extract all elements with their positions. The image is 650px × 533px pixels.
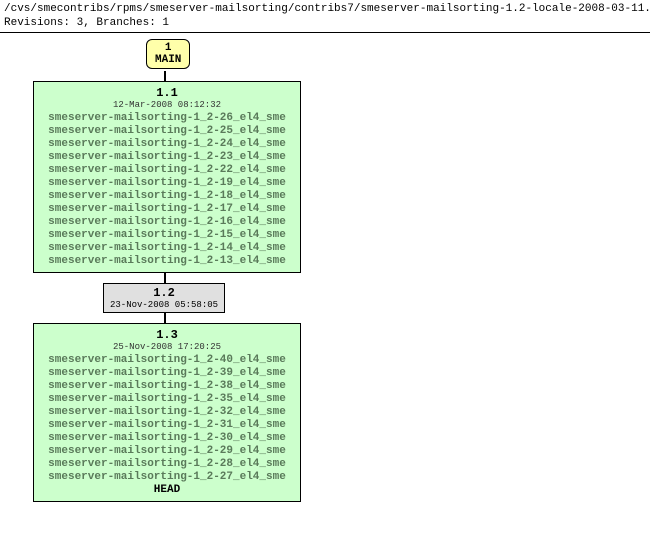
tag: smeserver-mailsorting-1_2-30_el4_sme [42, 432, 292, 445]
revision-graph: 1 MAIN 1.1 12-Mar-2008 08:12:32 smeserve… [0, 33, 650, 533]
revision-number: 1.3 [42, 328, 292, 342]
tag: smeserver-mailsorting-1_2-38_el4_sme [42, 380, 292, 393]
tag: smeserver-mailsorting-1_2-14_el4_sme [42, 242, 292, 255]
connector [164, 273, 166, 283]
revision-node-1-3: 1.3 25-Nov-2008 17:20:25 smeserver-mails… [33, 323, 301, 502]
revision-date: 12-Mar-2008 08:12:32 [42, 100, 292, 110]
tag: smeserver-mailsorting-1_2-35_el4_sme [42, 393, 292, 406]
revision-info: Revisions: 3, Branches: 1 [4, 16, 646, 30]
connector [164, 313, 166, 323]
revision-node-1-2: 1.2 23-Nov-2008 05:58:05 [103, 283, 225, 313]
revision-number: 1.2 [110, 286, 218, 300]
connector [164, 71, 166, 81]
tag: smeserver-mailsorting-1_2-17_el4_sme [42, 203, 292, 216]
tag: smeserver-mailsorting-1_2-24_el4_sme [42, 138, 292, 151]
revision-date: 25-Nov-2008 17:20:25 [42, 342, 292, 352]
tag-list: smeserver-mailsorting-1_2-40_el4_smesmes… [42, 354, 292, 484]
tag: smeserver-mailsorting-1_2-25_el4_sme [42, 125, 292, 138]
file-path: /cvs/smecontribs/rpms/smeserver-mailsort… [4, 2, 646, 16]
branch-name: MAIN [155, 54, 181, 66]
tag: smeserver-mailsorting-1_2-19_el4_sme [42, 177, 292, 190]
tag: smeserver-mailsorting-1_2-31_el4_sme [42, 419, 292, 432]
tag: smeserver-mailsorting-1_2-16_el4_sme [42, 216, 292, 229]
tag: smeserver-mailsorting-1_2-27_el4_sme [42, 471, 292, 484]
tag: smeserver-mailsorting-1_2-29_el4_sme [42, 445, 292, 458]
revision-number: 1.1 [42, 86, 292, 100]
tag: smeserver-mailsorting-1_2-28_el4_sme [42, 458, 292, 471]
tag: smeserver-mailsorting-1_2-22_el4_sme [42, 164, 292, 177]
tag: smeserver-mailsorting-1_2-15_el4_sme [42, 229, 292, 242]
tag: smeserver-mailsorting-1_2-18_el4_sme [42, 190, 292, 203]
tag: smeserver-mailsorting-1_2-40_el4_sme [42, 354, 292, 367]
branch-number: 1 [155, 42, 181, 54]
revision-node-1-1: 1.1 12-Mar-2008 08:12:32 smeserver-mails… [33, 81, 301, 273]
tag-list: smeserver-mailsorting-1_2-26_el4_smesmes… [42, 112, 292, 268]
tag: smeserver-mailsorting-1_2-39_el4_sme [42, 367, 292, 380]
head-tag: HEAD [42, 484, 292, 497]
tag: smeserver-mailsorting-1_2-32_el4_sme [42, 406, 292, 419]
tag: smeserver-mailsorting-1_2-26_el4_sme [42, 112, 292, 125]
header: /cvs/smecontribs/rpms/smeserver-mailsort… [0, 0, 650, 33]
tag: smeserver-mailsorting-1_2-13_el4_sme [42, 255, 292, 268]
revision-date: 23-Nov-2008 05:58:05 [110, 300, 218, 310]
branch-node: 1 MAIN [146, 39, 190, 69]
tag: smeserver-mailsorting-1_2-23_el4_sme [42, 151, 292, 164]
